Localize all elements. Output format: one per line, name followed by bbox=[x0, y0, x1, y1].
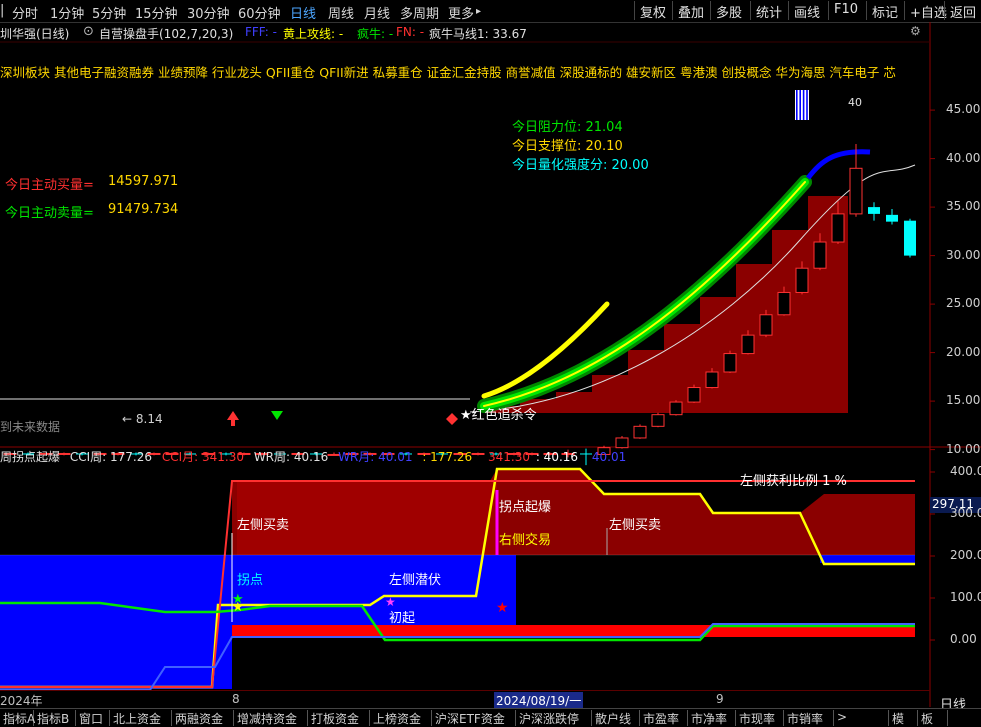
upper-tick-label: 15.00 bbox=[946, 393, 981, 408]
candle-body-up bbox=[849, 167, 863, 215]
upper-tick-label: 20.00 bbox=[946, 344, 981, 359]
candle-body-down bbox=[886, 214, 898, 222]
candle-body-up bbox=[651, 414, 665, 427]
left-profit-ratio: 左侧获利比例 1 % bbox=[740, 474, 847, 489]
red-signal-label: ★红色追杀令 bbox=[460, 408, 537, 423]
upper-stepped-fill bbox=[484, 196, 848, 413]
resistance-level: 今日阻力位: 21.04 bbox=[512, 120, 623, 135]
lower-tick-label: 100.0 bbox=[950, 590, 981, 604]
turn-point-label: 拐点 bbox=[237, 573, 264, 588]
sell-volume-label: 今日主动卖量= bbox=[5, 206, 94, 221]
candle-body-up bbox=[615, 437, 629, 449]
upper-tick-label: 45.00 bbox=[946, 102, 981, 117]
buy-volume-value: 14597.971 bbox=[108, 174, 179, 189]
cci-month-label: CCI月: 341.30 bbox=[161, 450, 244, 464]
left-buy-sell-1: 左侧买卖 bbox=[237, 518, 290, 533]
candle-body-up bbox=[759, 314, 773, 336]
chart-svg: ★★ ★ ★ bbox=[0, 22, 981, 707]
x-label-cursor-date: 2024/08/19/一 bbox=[494, 692, 584, 709]
buy-volume-label: 今日主动买量= bbox=[5, 178, 94, 193]
sell-volume-value: 91479.734 bbox=[108, 202, 179, 217]
x-label-year: 2024年 bbox=[0, 694, 43, 708]
striped-candle-line bbox=[802, 90, 805, 120]
upper-tick-label: 25.00 bbox=[946, 296, 981, 311]
yellow-star-icon: ★ bbox=[232, 600, 244, 615]
candle-body-up bbox=[795, 267, 809, 293]
candle-body-up bbox=[777, 291, 791, 316]
candle-body-up bbox=[633, 425, 647, 439]
tab-etf-funds[interactable]: 沪深ETF资金 bbox=[432, 710, 516, 726]
candle-body-up bbox=[831, 213, 845, 243]
striped-candle-line bbox=[806, 90, 808, 120]
left-ambush-label: 左侧潜伏 bbox=[389, 573, 442, 588]
lower-indicator-name[interactable]: 周拐点起爆 bbox=[0, 450, 60, 464]
tab-limit-up-funds[interactable]: 打板资金 bbox=[308, 710, 370, 726]
tab-pe-ratio[interactable]: 市盈率 bbox=[640, 710, 688, 726]
tab-retail-line[interactable]: 散户线 bbox=[592, 710, 640, 726]
turn-explode-label: 拐点起爆 bbox=[499, 500, 552, 515]
tab-scroll-right-icon[interactable]: > bbox=[834, 710, 847, 726]
candle-body-down bbox=[868, 207, 880, 214]
lower-blue-fill-left bbox=[0, 555, 232, 689]
candle-body-down bbox=[904, 220, 916, 256]
wr-month-label: WR月: 40.01 bbox=[338, 450, 413, 464]
lower-indicator-header: 周拐点起爆 CCI周: 177.26 CCI月: 341.30 WR周: 40.… bbox=[0, 448, 626, 465]
value-2: 341.30 bbox=[488, 450, 530, 464]
down-arrow-icon bbox=[271, 411, 283, 420]
tab-pcf-ratio[interactable]: 市现率 bbox=[736, 710, 784, 726]
striped-candle-line bbox=[796, 90, 798, 120]
value-1: : 177.26 bbox=[422, 450, 473, 464]
lower-tick-label: 200.0 bbox=[950, 548, 981, 562]
x-label-september: 9 bbox=[716, 692, 724, 706]
left-buy-sell-2: 左侧买卖 bbox=[609, 518, 662, 533]
red-star-icon: ★ bbox=[496, 600, 509, 616]
cci-week-label: CCI周: 177.26 bbox=[69, 450, 152, 464]
tab-indicator-b[interactable]: 指标B bbox=[34, 710, 76, 726]
red-diamond-icon bbox=[446, 413, 458, 425]
upper-tick-label: 10.00 bbox=[946, 441, 981, 456]
low-price-marker: ← 8.14 bbox=[122, 412, 163, 426]
value-3: : 40.16 bbox=[535, 450, 579, 464]
candle-body-up bbox=[687, 387, 701, 403]
future-data-note: 到未来数据 bbox=[0, 420, 61, 434]
candle-body-up bbox=[741, 334, 755, 355]
upper-tick-label: 40.00 bbox=[946, 150, 981, 165]
lower-tick-label: 0.00 bbox=[950, 632, 977, 646]
striped-candle-line bbox=[799, 90, 801, 120]
initial-label: 初起 bbox=[389, 611, 416, 626]
upper-tick-label: 35.00 bbox=[946, 199, 981, 214]
tab-billboard[interactable]: 上榜资金 bbox=[370, 710, 432, 726]
x-label-august: 8 bbox=[232, 692, 240, 706]
lower-tick-label: 300.0 bbox=[950, 506, 981, 520]
tab-indicator-a[interactable]: 指标A bbox=[0, 710, 35, 726]
upper-tick-label: 30.00 bbox=[946, 247, 981, 262]
candle-body-up bbox=[669, 401, 683, 416]
wr-week-label: WR周: 40.16 bbox=[253, 450, 329, 464]
tab-pb-ratio[interactable]: 市净率 bbox=[688, 710, 736, 726]
tab-margin[interactable]: 两融资金 bbox=[172, 710, 234, 726]
candle-body-up bbox=[813, 241, 827, 269]
bottom-tab-bar: 指标A 指标B 窗口 北上资金 两融资金 增减持资金 打板资金 上榜资金 沪深E… bbox=[0, 708, 981, 726]
candle-body-up bbox=[723, 353, 737, 373]
date-axis: 2024年 8 2024/08/19/一 9 bbox=[0, 690, 930, 709]
lower-tick-label: 400.0 bbox=[950, 464, 981, 478]
value-4: 40.01 bbox=[591, 450, 627, 464]
tab-board[interactable]: 板 bbox=[918, 710, 948, 726]
tab-window[interactable]: 窗口 bbox=[76, 710, 110, 726]
tab-ps-ratio[interactable]: 市销率 bbox=[784, 710, 834, 726]
tab-template[interactable]: 模 bbox=[888, 710, 918, 726]
tab-holding-change[interactable]: 增减持资金 bbox=[234, 710, 308, 726]
tab-northbound[interactable]: 北上资金 bbox=[110, 710, 172, 726]
up-arrow-icon bbox=[227, 411, 239, 420]
right-trade-label: 右侧交易 bbox=[499, 533, 552, 548]
lower-blue-strip-right bbox=[820, 555, 915, 563]
strength-score: 今日量化强度分: 20.00 bbox=[512, 158, 649, 173]
candle-body-up bbox=[705, 371, 719, 389]
support-level: 今日支撑位: 20.10 bbox=[512, 139, 623, 154]
tab-limit-stats[interactable]: 沪深涨跌停 bbox=[516, 710, 592, 726]
high-price-marker: 40 bbox=[848, 96, 862, 109]
up-arrow-stem bbox=[231, 420, 235, 426]
